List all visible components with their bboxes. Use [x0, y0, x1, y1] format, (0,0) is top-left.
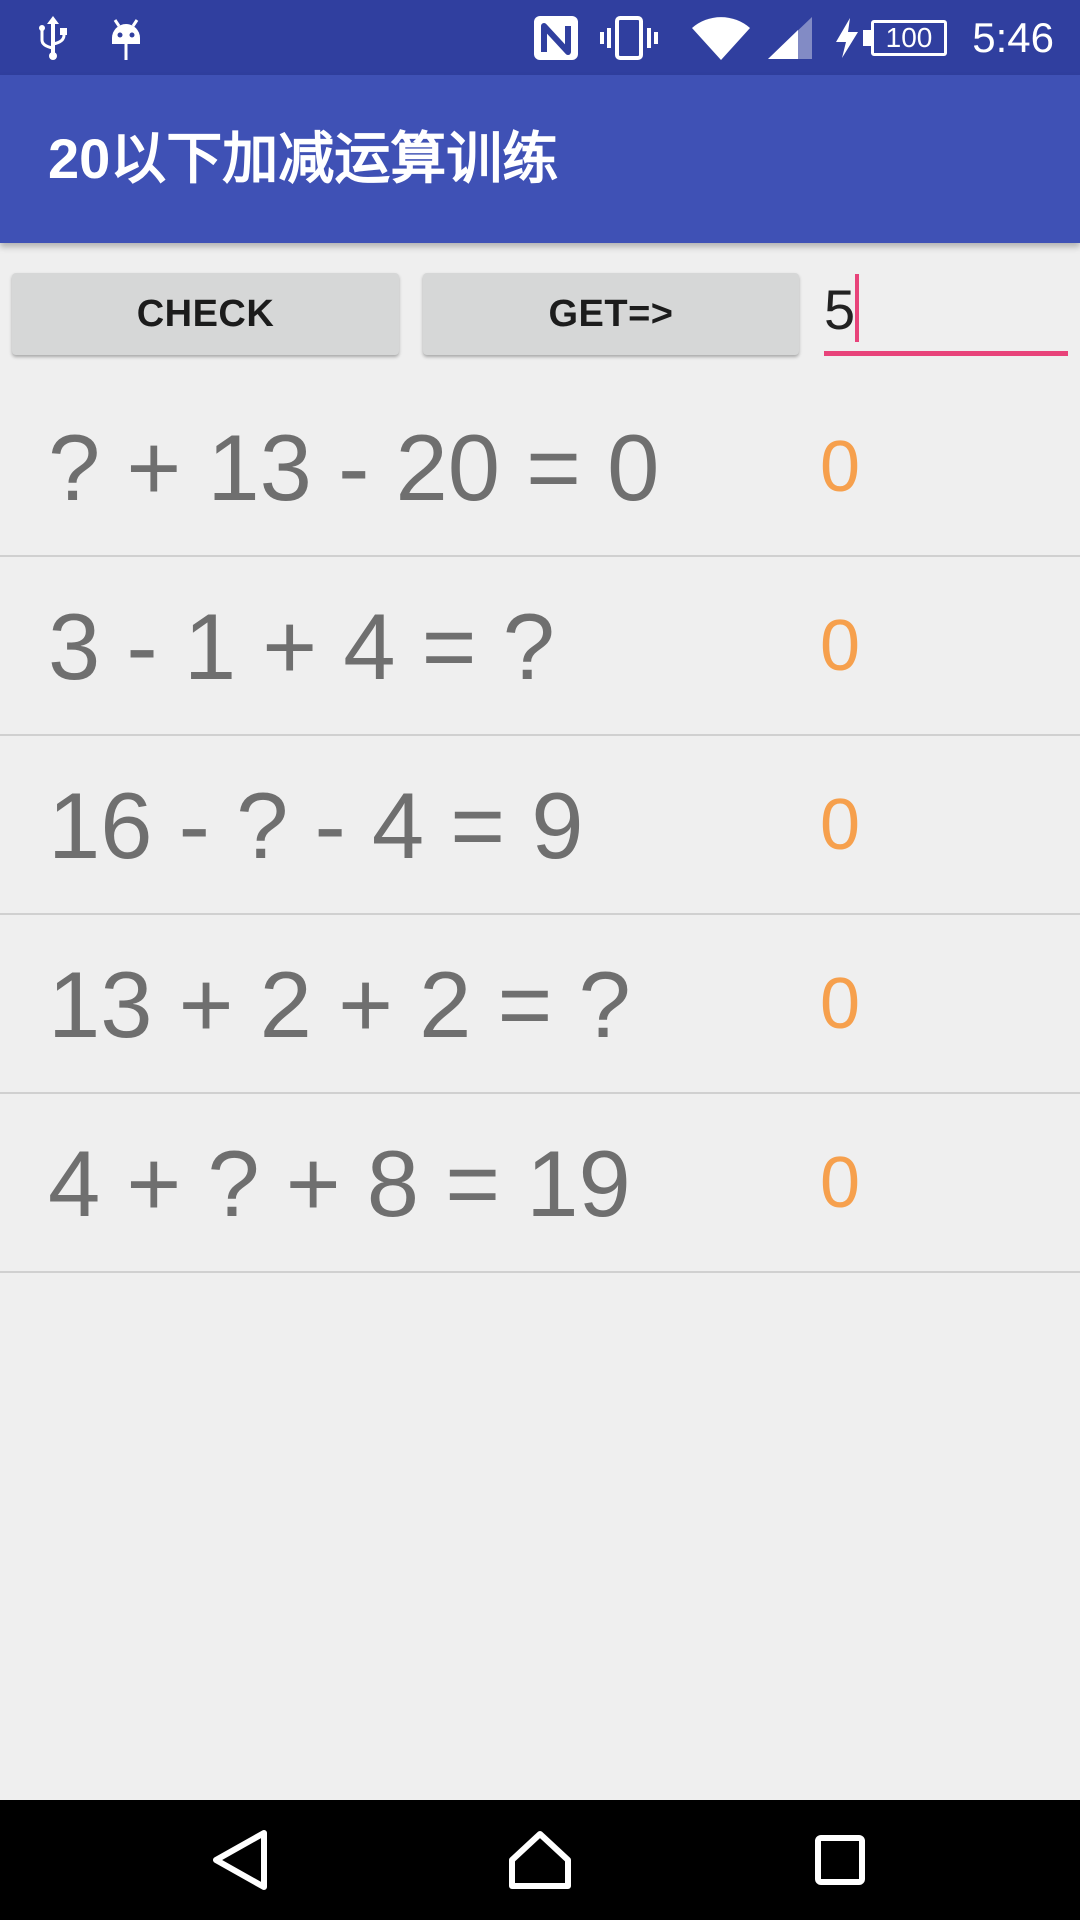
- list-item[interactable]: 4 + ? + 8 = 19 0: [0, 1094, 1080, 1273]
- status-bar: 100 5:46: [0, 0, 1080, 75]
- problem-answer: 0: [820, 606, 861, 686]
- app-bar: 20以下加减运算训练: [0, 75, 1080, 243]
- text-cursor: [855, 274, 859, 342]
- back-icon[interactable]: [160, 1800, 320, 1920]
- input-underline: [824, 351, 1068, 356]
- recents-icon[interactable]: [760, 1800, 920, 1920]
- signal-icon: [766, 0, 814, 75]
- vibrate-icon: [600, 0, 658, 75]
- list-item[interactable]: 13 + 2 + 2 = ? 0: [0, 915, 1080, 1094]
- problem-expression: 16 - ? - 4 = 9: [48, 773, 584, 878]
- list-item[interactable]: 16 - ? - 4 = 9 0: [0, 736, 1080, 915]
- clock: 5:46: [972, 14, 1054, 61]
- nfc-icon: [532, 0, 580, 75]
- problem-expression: 3 - 1 + 4 = ?: [48, 594, 555, 699]
- answer-input[interactable]: 5: [824, 270, 1068, 360]
- list-item[interactable]: ? + 13 - 20 = 0 0: [0, 378, 1080, 557]
- android-debug-icon: [106, 0, 146, 75]
- problem-answer: 0: [820, 964, 861, 1044]
- answer-input-value[interactable]: 5: [824, 270, 855, 350]
- charging-icon: [834, 0, 860, 75]
- problem-expression: 4 + ? + 8 = 19: [48, 1131, 631, 1236]
- problem-answer: 0: [820, 785, 861, 865]
- navigation-bar: [0, 1800, 1080, 1920]
- problem-answer: 0: [820, 1143, 861, 1223]
- wifi-icon: [690, 0, 752, 75]
- page-title: 20以下加减运算训练: [48, 127, 559, 190]
- problem-list: ? + 13 - 20 = 0 0 3 - 1 + 4 = ? 0 16 - ?…: [0, 378, 1080, 1273]
- get-button[interactable]: GET=>: [423, 273, 799, 355]
- battery-nub: [863, 30, 871, 46]
- battery-icon: 100: [871, 20, 947, 56]
- problem-expression: ? + 13 - 20 = 0: [48, 415, 660, 520]
- list-item[interactable]: 3 - 1 + 4 = ? 0: [0, 557, 1080, 736]
- home-icon[interactable]: [460, 1800, 620, 1920]
- usb-icon: [36, 0, 70, 75]
- problem-answer: 0: [820, 427, 861, 507]
- problem-expression: 13 + 2 + 2 = ?: [48, 952, 631, 1057]
- check-button[interactable]: CHECK: [12, 273, 399, 355]
